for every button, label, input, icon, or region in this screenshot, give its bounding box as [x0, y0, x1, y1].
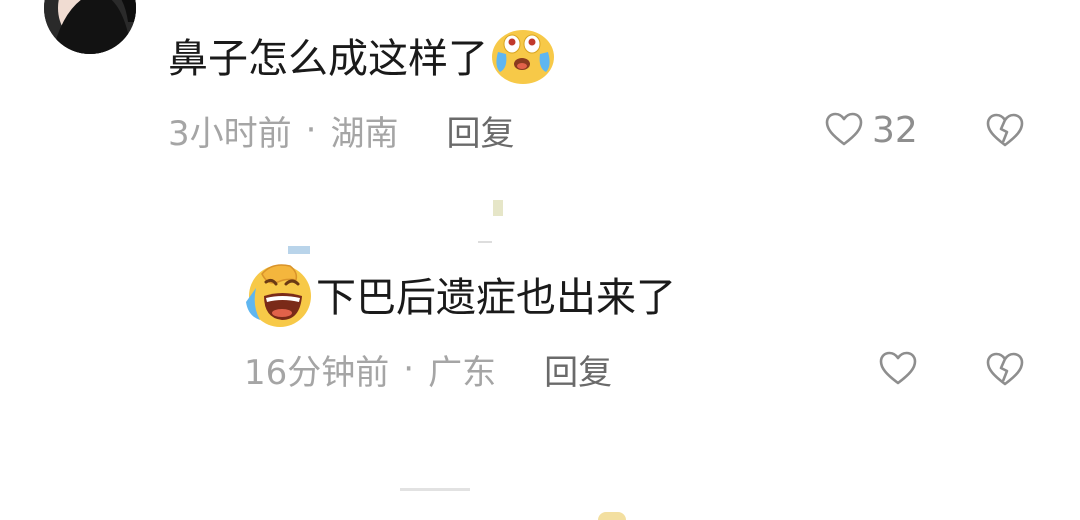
scan-artifact	[400, 488, 470, 491]
dislike-button[interactable]	[985, 350, 1025, 390]
scan-artifact	[478, 241, 492, 243]
comment-meta: 3小时前 · 湖南 回复	[168, 106, 514, 154]
like-count: 32	[872, 109, 918, 151]
dislike-button[interactable]	[985, 111, 1025, 151]
reply-text: 下巴后遗症也出来了	[316, 275, 676, 321]
reply-time: 16分钟前	[244, 352, 390, 393]
heart-icon	[825, 112, 863, 146]
like-button[interactable]: 32	[824, 106, 918, 154]
scan-artifact	[493, 200, 503, 216]
comment-time: 3小时前	[168, 113, 292, 154]
broken-heart-icon	[986, 113, 1024, 147]
reply-button[interactable]: 回复	[544, 345, 612, 394]
comment-location: 湖南	[330, 113, 399, 154]
scan-artifact	[598, 512, 626, 520]
reply-location: 广东	[428, 352, 497, 393]
meta-separator: ·	[403, 349, 415, 389]
like-button[interactable]	[878, 345, 918, 393]
avatar[interactable]	[44, 0, 136, 54]
reply-button[interactable]: 回复	[446, 106, 514, 155]
comment-thread: 鼻子怎么成这样了 3小时前 · 湖南 回复 32 下巴后遗症也出来了 16分钟前…	[0, 0, 1080, 520]
comment-body: 鼻子怎么成这样了	[168, 22, 556, 88]
reply-meta: 16分钟前 · 广东 回复	[244, 345, 612, 393]
scan-artifact	[288, 246, 310, 254]
comment-text: 鼻子怎么成这样了	[168, 36, 488, 82]
heart-icon	[879, 351, 917, 385]
reply-body: 下巴后遗症也出来了	[242, 258, 676, 330]
laughing-crying-emoji-icon	[242, 258, 314, 330]
crying-emoji-icon	[490, 22, 556, 88]
meta-separator: ·	[305, 110, 317, 150]
broken-heart-icon	[986, 352, 1024, 386]
avatar-image	[44, 0, 136, 54]
